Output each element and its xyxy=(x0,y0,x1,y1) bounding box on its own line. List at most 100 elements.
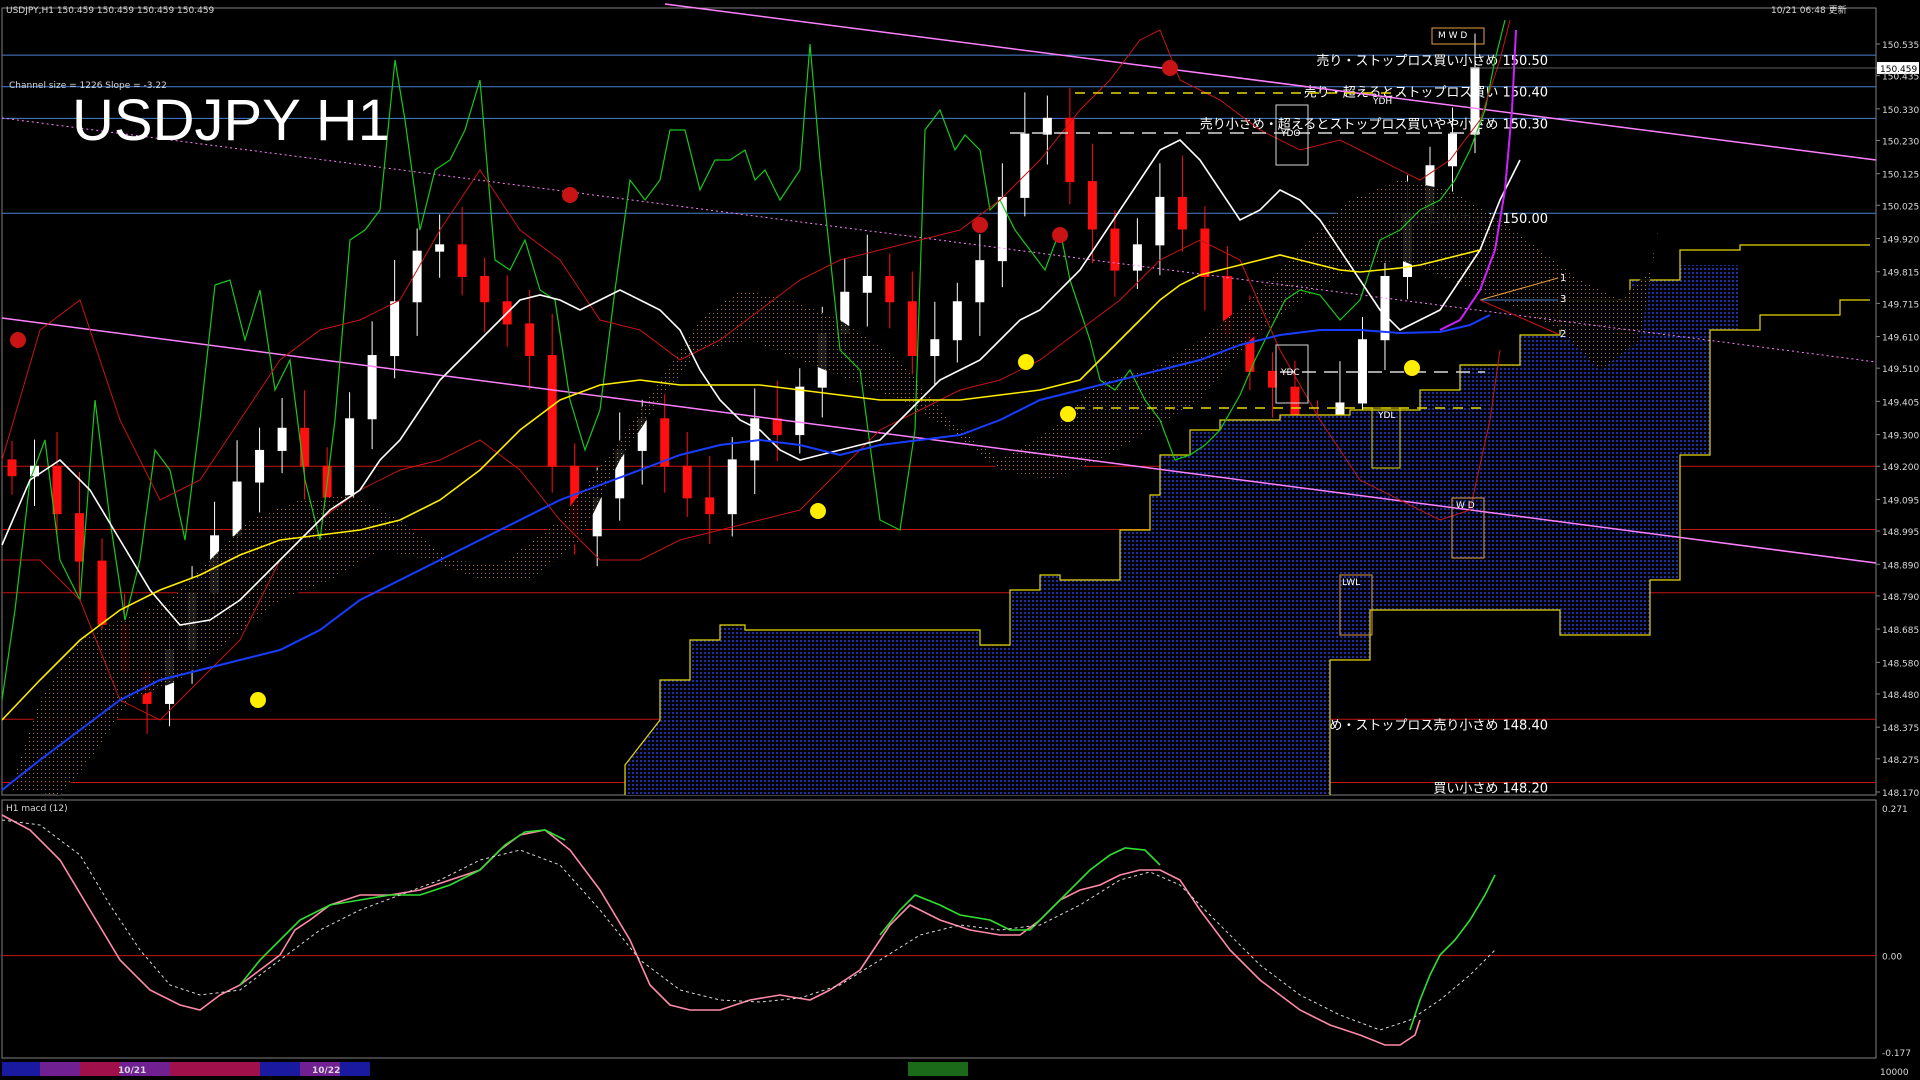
symbol-info: USDJPY,H1 150.459 150.459 150.459 150.45… xyxy=(6,6,215,16)
candle-body xyxy=(1267,370,1277,388)
ytick-label: 150.125 xyxy=(1882,171,1919,181)
candle-body xyxy=(367,355,377,420)
buy-signal-2 xyxy=(1018,354,1034,370)
ytick-label: 148.790 xyxy=(1882,593,1919,603)
candle-body xyxy=(1470,67,1480,135)
buy-signal-1 xyxy=(810,503,826,519)
candle-body xyxy=(345,418,355,499)
ydc-label: YDC xyxy=(1280,368,1300,378)
candle-body xyxy=(547,355,557,467)
candle-body xyxy=(7,459,17,477)
candle-body xyxy=(435,244,445,252)
ytick-label: 149.815 xyxy=(1882,269,1919,279)
fan-line-2-label: 2 xyxy=(1560,329,1566,340)
ydl-label: YDL xyxy=(1377,411,1395,421)
candle-body xyxy=(1155,196,1165,246)
time-segment xyxy=(2,1062,40,1076)
chart-canvas[interactable]: 売り・ストップロス買い小さめ 150.50売り・超えるとストップロス買い 150… xyxy=(0,0,1920,1080)
ytick-label: 148.995 xyxy=(1882,528,1919,538)
candle-body xyxy=(1042,117,1052,135)
candle-body xyxy=(52,465,62,515)
macd-tick-label: 0.271 xyxy=(1882,805,1908,815)
time-segment xyxy=(170,1062,260,1076)
ytick-label: 148.170 xyxy=(1882,789,1919,799)
candle-body xyxy=(1200,228,1210,277)
level-label-8: 買い小さめ 148.20 xyxy=(1433,782,1548,797)
ytick-label: 149.300 xyxy=(1882,432,1919,442)
ytick-label: 149.405 xyxy=(1882,398,1919,408)
candle-body xyxy=(975,260,985,303)
candle-body xyxy=(255,449,265,483)
ytick-label: 149.610 xyxy=(1882,334,1919,344)
candle-body xyxy=(1132,244,1142,271)
ytick-label: 150.330 xyxy=(1882,106,1919,116)
sell-signal-0 xyxy=(10,332,26,348)
candle-body xyxy=(795,386,805,436)
x-label-0: 10/21 xyxy=(118,1066,146,1076)
candle-body xyxy=(1110,228,1120,271)
candle-body xyxy=(1065,117,1075,183)
buy-signal-3 xyxy=(1060,406,1076,422)
buy-signal-4 xyxy=(1404,360,1420,376)
candle-body xyxy=(1020,133,1030,198)
candle-body xyxy=(1087,181,1097,230)
candle-body xyxy=(480,275,490,303)
ytick-label: 150.535 xyxy=(1882,41,1919,51)
macd-label: H1 macd (12) xyxy=(6,804,68,814)
ytick-label: 150.025 xyxy=(1882,202,1919,212)
candle-body xyxy=(277,427,287,451)
ytick-label: 149.715 xyxy=(1882,300,1919,310)
ytick-label: 148.375 xyxy=(1882,724,1919,734)
macd-tick-label: 0.00 xyxy=(1882,953,1902,963)
ytick-label: 149.200 xyxy=(1882,463,1919,473)
candle-body xyxy=(682,465,692,499)
time-segment xyxy=(340,1062,370,1076)
time-segment xyxy=(80,1062,120,1076)
candle-body xyxy=(705,497,715,515)
candle-body xyxy=(727,459,737,515)
macd-tab xyxy=(908,1062,968,1076)
fan-line-1-label: 1 xyxy=(1560,273,1566,284)
ytick-label: 149.920 xyxy=(1882,236,1919,246)
ytick-label: 148.480 xyxy=(1882,691,1919,701)
sell-signal-1 xyxy=(562,187,578,203)
ytick-label: 149.510 xyxy=(1882,365,1919,375)
ytick-label: 148.890 xyxy=(1882,561,1919,571)
candle-body xyxy=(390,301,400,357)
lwl-label: LWL xyxy=(1342,578,1360,588)
candle-body xyxy=(75,513,85,562)
candle-body xyxy=(930,339,940,357)
x-label-1: 10/22 xyxy=(312,1066,340,1076)
buy-signal-0 xyxy=(250,692,266,708)
sell-signal-4 xyxy=(1162,60,1178,76)
volume-label: 10000 xyxy=(1880,1068,1909,1078)
candle-body xyxy=(412,250,422,303)
ydo-label: YDO xyxy=(1280,129,1301,139)
sell-signal-2 xyxy=(972,217,988,233)
candle-body xyxy=(300,427,310,467)
mwd-label: M W D xyxy=(1438,31,1467,41)
candle-body xyxy=(1177,196,1187,230)
ytick-label: 150.435 xyxy=(1882,73,1919,83)
candle-body xyxy=(885,275,895,303)
sell-signal-3 xyxy=(1052,227,1068,243)
time-segment xyxy=(40,1062,80,1076)
candle-body xyxy=(952,301,962,341)
ytick-label: 148.685 xyxy=(1882,626,1919,636)
candle-body xyxy=(907,301,917,357)
candle-body xyxy=(1380,275,1390,341)
ytick-label: 148.580 xyxy=(1882,659,1919,669)
macd-tick-label: -0.177 xyxy=(1882,1049,1911,1059)
time-segment xyxy=(260,1062,300,1076)
candle-body xyxy=(862,275,872,293)
datetime-label: 10/21 06:48 更新 xyxy=(1771,4,1847,16)
ytick-label: 150.230 xyxy=(1882,137,1919,147)
candle-body xyxy=(772,418,782,436)
candle-body xyxy=(457,244,467,277)
wd-label: W D xyxy=(1456,501,1475,511)
ytick-label: 148.275 xyxy=(1882,756,1919,766)
ydh-label: YDH xyxy=(1372,97,1392,107)
candle-body xyxy=(525,323,535,357)
fan-line-3-label: 3 xyxy=(1560,294,1566,305)
candle-body xyxy=(232,481,242,537)
